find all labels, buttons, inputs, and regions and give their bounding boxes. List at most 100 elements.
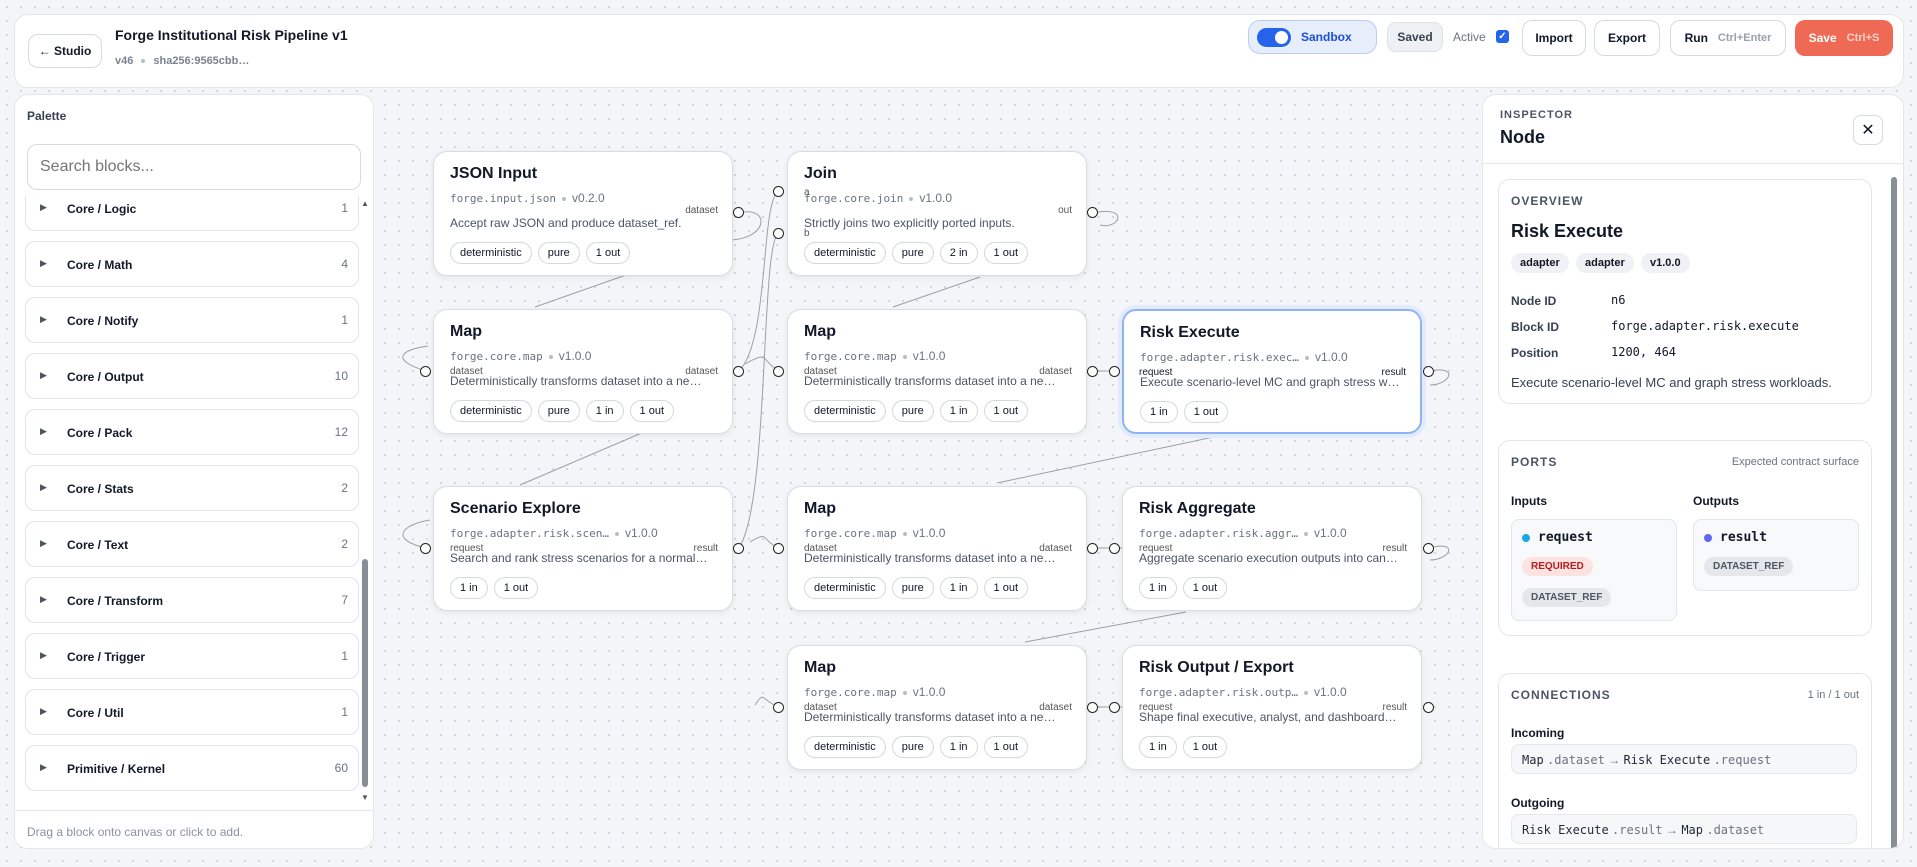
graph-node-join[interactable]: Join forge.core.join v1.0.0 Strictly join… (787, 151, 1087, 276)
graph-node-scenario-explore[interactable]: Scenario Explore forge.adapter.risk.scen… (433, 486, 733, 611)
tag: pure (891, 242, 934, 264)
output-port[interactable] (1423, 543, 1434, 554)
node-block-id: forge.adapter.risk.aggr… (1139, 527, 1298, 540)
port-label: request (1139, 702, 1173, 713)
scrollbar-thumb[interactable] (1891, 177, 1897, 848)
graph-node-map[interactable]: Map forge.core.map v1.0.0 Deterministical… (433, 309, 733, 434)
inspector-scrollbar[interactable] (1890, 177, 1898, 848)
inspector-title: Node (1500, 127, 1545, 147)
output-port-card[interactable]: result DATASET_REF (1693, 519, 1859, 591)
input-port[interactable] (1109, 702, 1120, 713)
output-port[interactable] (1423, 702, 1434, 713)
node-tags: deterministic pure 1 in 1 out (804, 577, 1028, 599)
graph-node-risk-output-export[interactable]: Risk Output / Export forge.adapter.risk.… (1122, 645, 1422, 770)
output-port[interactable] (1087, 366, 1098, 377)
input-port[interactable] (773, 228, 784, 239)
outgoing-label: Outgoing (1511, 796, 1565, 810)
node-version: v1.0.0 (919, 191, 953, 205)
output-port[interactable] (1423, 366, 1434, 377)
input-port-name: request (1538, 530, 1593, 545)
node-meta: forge.adapter.risk.exec… v1.0.0 (1140, 350, 1348, 364)
input-port-card[interactable]: request REQUIRED DATASET_REF (1511, 519, 1677, 621)
output-port[interactable] (733, 366, 744, 377)
type-badge: DATASET_REF (1522, 588, 1612, 607)
conn-from: Map (1522, 753, 1544, 767)
edge (892, 276, 981, 308)
tag: pure (891, 736, 934, 758)
node-version: v1.0.0 (1313, 685, 1347, 699)
port-label: b (804, 228, 810, 239)
graph-node-map[interactable]: Map forge.core.map v1.0.0 Deterministical… (787, 645, 1087, 770)
arrow-icon: → (1608, 753, 1621, 767)
node-block-id: forge.core.join (804, 192, 904, 205)
port-label: result (1382, 543, 1407, 554)
position-label: Position (1511, 346, 1559, 360)
node-description: Deterministically transforms dataset int… (804, 374, 1064, 388)
graph-node-risk-aggregate[interactable]: Risk Aggregate forge.adapter.risk.aggr… v… (1122, 486, 1422, 611)
output-port-name: result (1720, 530, 1767, 545)
port-label: dataset (804, 543, 837, 554)
input-port[interactable] (773, 543, 784, 554)
tag: deterministic (804, 400, 886, 422)
outgoing-connection[interactable]: Risk Execute .result → Map .dataset (1511, 814, 1857, 844)
port-label: dataset (1039, 543, 1072, 554)
badge: adapter (1511, 253, 1569, 273)
node-description: Shape final executive, analyst, and dash… (1139, 710, 1399, 724)
connections-count: 1 in / 1 out (1807, 689, 1859, 701)
port-label: dataset (804, 702, 837, 713)
required-badge: REQUIRED (1522, 557, 1593, 576)
node-tags: deterministic pure 1 in 1 out (450, 400, 674, 422)
input-port[interactable] (1109, 543, 1120, 554)
node-tags: deterministic pure 1 in 1 out (804, 736, 1028, 758)
input-port[interactable] (773, 366, 784, 377)
tag: 1 out (983, 400, 1028, 422)
input-port[interactable] (1109, 366, 1120, 377)
node-description: Accept raw JSON and produce dataset_ref. (450, 216, 682, 230)
graph-node-risk-execute-selected[interactable]: Risk Execute forge.adapter.risk.exec… v1.… (1122, 309, 1422, 434)
graph-node-json-input[interactable]: JSON Input forge.input.json v0.2.0 Accept… (433, 151, 733, 276)
output-port[interactable] (1087, 702, 1098, 713)
output-port[interactable] (1087, 207, 1098, 218)
port-label: dataset (685, 205, 718, 216)
node-description: Deterministically transforms dataset int… (804, 710, 1064, 724)
node-tags: 1 in 1 out (1139, 736, 1228, 758)
graph-node-map[interactable]: Map forge.core.map v1.0.0 Deterministical… (787, 486, 1087, 611)
input-port[interactable] (773, 186, 784, 197)
port-label: a (804, 187, 810, 198)
edge (519, 431, 645, 486)
node-tags: deterministic pure 1 in 1 out (804, 400, 1028, 422)
node-tags: deterministic pure 2 in 1 out (804, 242, 1028, 264)
node-title: Map (804, 323, 836, 340)
node-version: v0.2.0 (571, 191, 605, 205)
output-port[interactable] (733, 207, 744, 218)
node-title: Map (804, 500, 836, 517)
tag: pure (537, 242, 580, 264)
block-id-value: forge.adapter.risk.execute (1611, 319, 1799, 333)
tag: 1 in (939, 577, 978, 599)
node-title: Risk Aggregate (1139, 500, 1256, 517)
graph-node-map[interactable]: Map forge.core.map v1.0.0 Deterministical… (787, 309, 1087, 434)
input-port[interactable] (420, 543, 431, 554)
node-tags: 1 in 1 out (1139, 577, 1228, 599)
input-port[interactable] (773, 702, 784, 713)
port-label: dataset (1039, 702, 1072, 713)
close-icon[interactable]: ✕ (1853, 115, 1883, 145)
inspector-panel: INSPECTOR Node ✕ OVERVIEW Risk Execute a… (1482, 94, 1904, 849)
node-version: v1.0.0 (912, 685, 946, 699)
badge: adapter (1576, 253, 1634, 273)
port-label: dataset (685, 366, 718, 377)
tag: 1 out (983, 242, 1028, 264)
port-label: out (1058, 205, 1072, 216)
node-meta: forge.input.json v0.2.0 (450, 191, 605, 205)
output-port[interactable] (733, 543, 744, 554)
tag: 1 in (585, 400, 624, 422)
port-label: result (693, 543, 718, 554)
port-label: dataset (450, 366, 483, 377)
port-label: result (1381, 367, 1406, 378)
node-version: v1.0.0 (1314, 350, 1348, 364)
output-port[interactable] (1087, 543, 1098, 554)
tag: pure (891, 577, 934, 599)
tag: deterministic (450, 400, 532, 422)
input-port[interactable] (420, 366, 431, 377)
incoming-connection[interactable]: Map .dataset → Risk Execute .request (1511, 744, 1857, 774)
